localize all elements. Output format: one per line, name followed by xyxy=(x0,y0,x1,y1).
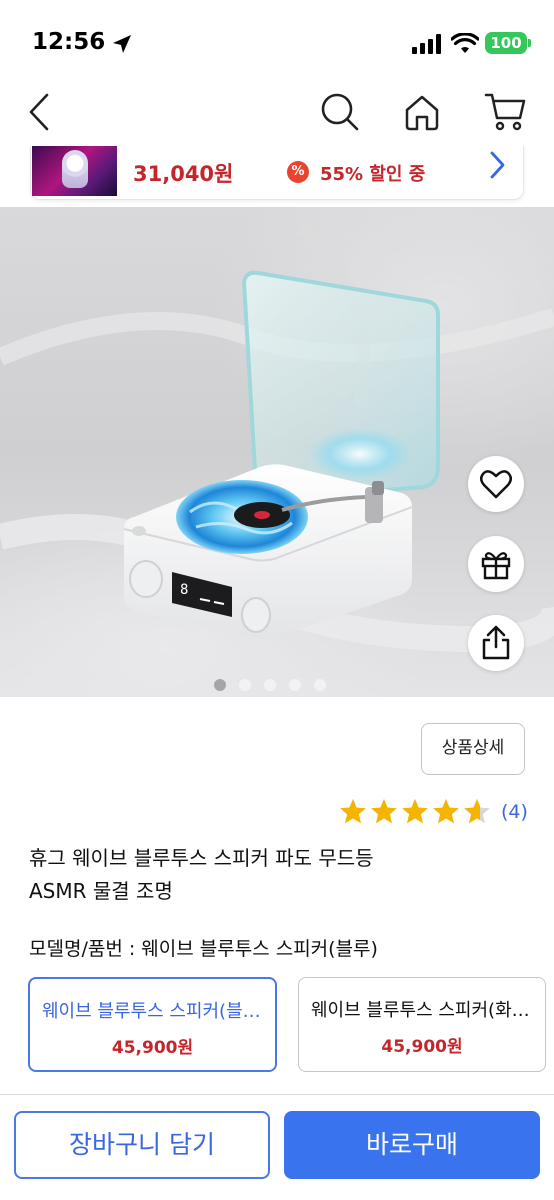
wishlist-button[interactable] xyxy=(468,456,524,512)
star-icon xyxy=(402,799,428,824)
promo-discount: 55% 할인 중 xyxy=(320,164,426,185)
product-detail-button[interactable]: 상품상세 xyxy=(421,723,525,775)
back-icon xyxy=(29,93,49,131)
option-name: 웨이브 블루투스 스피커(블루) xyxy=(42,1001,263,1022)
rating[interactable]: (4) xyxy=(338,796,528,828)
carousel-dot[interactable] xyxy=(289,679,301,691)
cart-button[interactable] xyxy=(482,88,530,136)
top-navigation xyxy=(0,88,554,144)
option-name: 웨이브 블루투스 스피커(화이트) xyxy=(311,1000,533,1021)
option-price: 45,900원 xyxy=(381,1037,463,1057)
carousel-dot[interactable] xyxy=(264,679,276,691)
location-arrow-icon xyxy=(113,35,131,53)
home-icon xyxy=(405,95,439,131)
share-icon xyxy=(482,625,510,660)
search-button[interactable] xyxy=(316,88,364,136)
product-title-line-1: 휴그 웨이브 블루투스 스피커 파도 무드등 xyxy=(29,846,374,870)
star-icon xyxy=(464,799,490,824)
carousel-dot[interactable] xyxy=(214,679,226,691)
product-title: 휴그 웨이브 블루투스 스피커 파도 무드등 ASMR 물결 조명 xyxy=(29,842,529,908)
search-icon xyxy=(321,93,359,131)
star-icon xyxy=(433,799,459,824)
promo-banner[interactable]: 31,040원 % 55% 할인 중 xyxy=(30,146,524,200)
gift-button[interactable] xyxy=(468,536,524,592)
share-button[interactable] xyxy=(468,615,524,671)
option-label: 모델명/품번 : 웨이브 블루투스 스피커(블루) xyxy=(29,938,378,960)
gift-icon xyxy=(481,552,511,580)
star-icon xyxy=(371,799,397,824)
chevron-right-icon[interactable] xyxy=(485,150,509,180)
heart-icon xyxy=(480,470,512,499)
back-button[interactable] xyxy=(16,88,64,136)
carousel-indicator xyxy=(214,679,326,691)
status-time: 12:56 xyxy=(32,29,106,55)
add-to-cart-button[interactable]: 장바구니 담기 xyxy=(14,1111,270,1179)
cart-icon xyxy=(484,93,526,131)
svg-text:8: 8 xyxy=(180,582,188,598)
carousel-dot[interactable] xyxy=(239,679,251,691)
wifi-icon xyxy=(451,33,479,53)
product-photo: 8 xyxy=(0,221,554,652)
cellular-signal-icon xyxy=(412,34,441,54)
option-price: 45,900원 xyxy=(111,1038,194,1058)
product-title-line-2: ASMR 물결 조명 xyxy=(29,879,173,903)
option-card-blue[interactable]: 웨이브 블루투스 스피커(블루) 45,900원 xyxy=(28,977,277,1072)
star-rating xyxy=(338,797,493,827)
carousel-dot[interactable] xyxy=(314,679,326,691)
option-card-white[interactable]: 웨이브 블루투스 스피커(화이트) 45,900원 xyxy=(298,977,546,1072)
promo-price: 31,040원 xyxy=(133,162,234,186)
buy-now-button[interactable]: 바로구매 xyxy=(284,1111,540,1179)
star-icon xyxy=(340,799,366,824)
promo-thumbnail xyxy=(32,146,117,196)
battery-indicator: 100 xyxy=(485,32,531,54)
discount-badge-icon: % xyxy=(287,161,309,183)
product-image-carousel[interactable]: 8 xyxy=(0,207,554,697)
status-bar: 12:56 100 xyxy=(0,0,554,88)
home-button[interactable] xyxy=(398,88,446,136)
review-count[interactable]: (4) xyxy=(501,801,528,823)
bottom-action-bar: 장바구니 담기 바로구매 xyxy=(0,1094,554,1200)
astronaut-image xyxy=(62,150,88,188)
